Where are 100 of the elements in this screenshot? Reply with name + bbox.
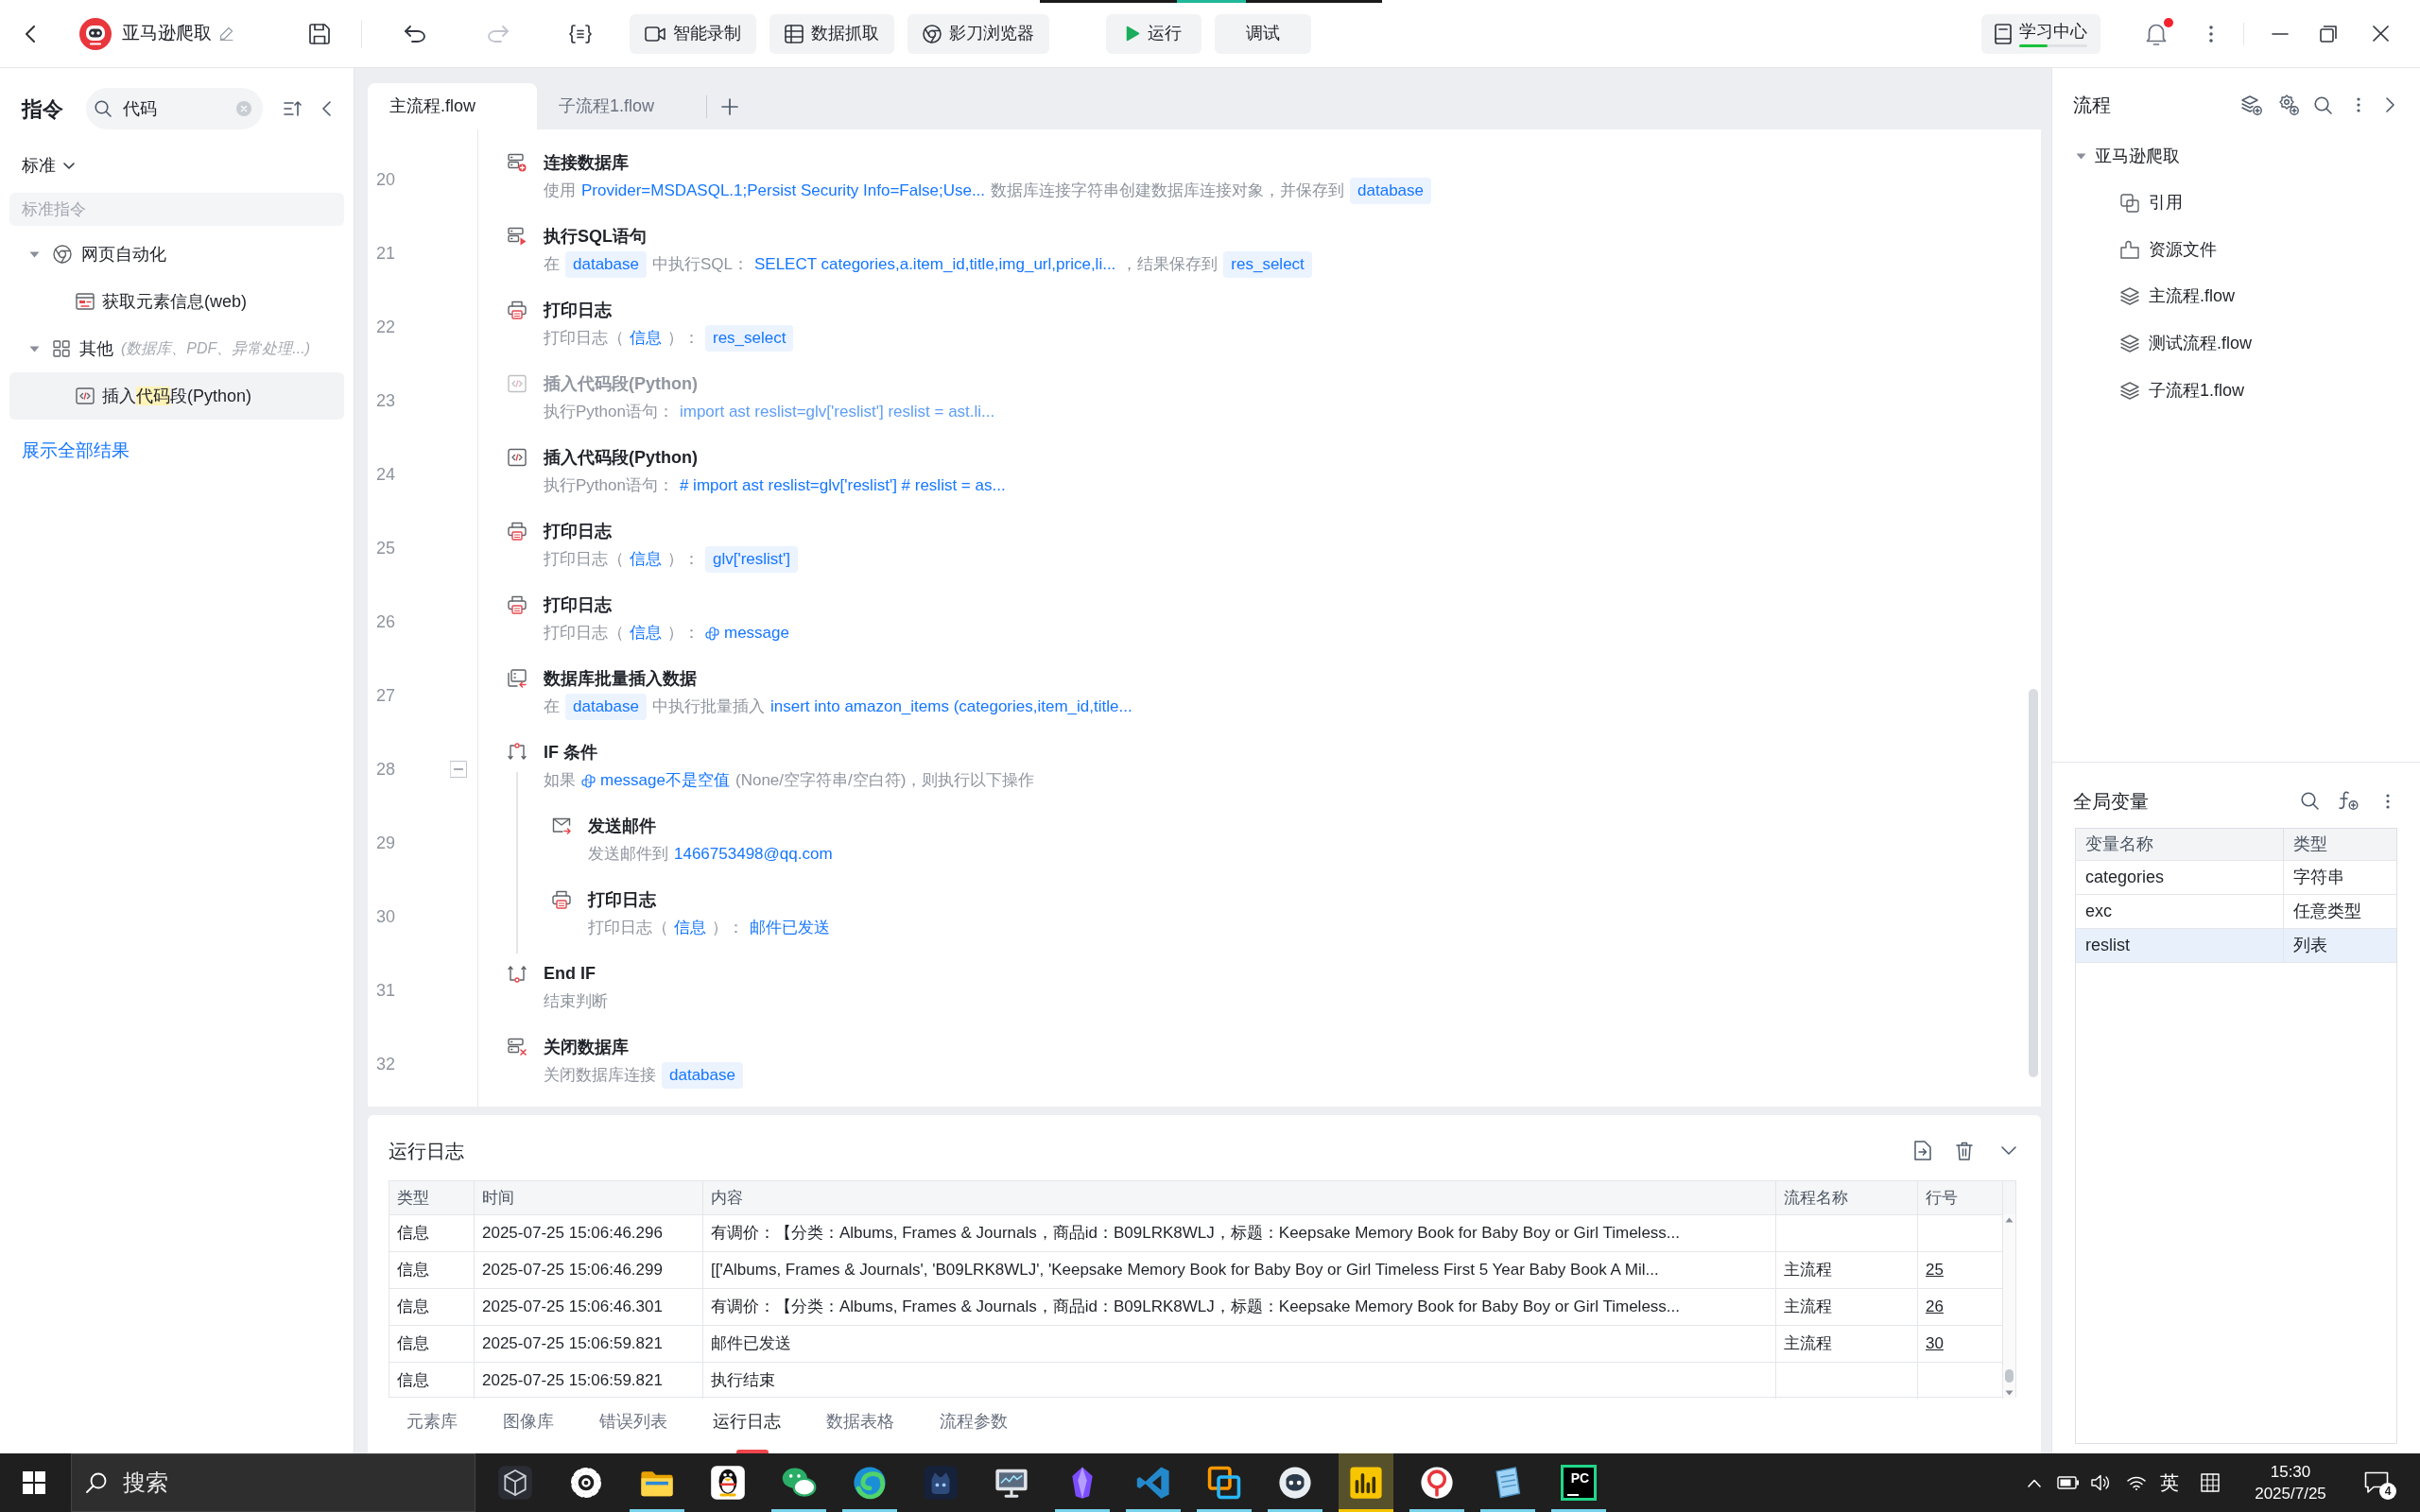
code-icon xyxy=(508,448,527,467)
tab[interactable]: 主流程.flow xyxy=(368,83,537,129)
table-cell-text: 信息 xyxy=(397,1297,429,1318)
save-icon[interactable] xyxy=(309,23,330,44)
sort-icon[interactable] xyxy=(284,101,302,116)
tab[interactable]: 元素库 xyxy=(406,1400,458,1453)
run-button[interactable]: 运行 xyxy=(1106,13,1201,54)
caret-down-icon[interactable] xyxy=(29,250,40,258)
tree-item[interactable]: 获取元素信息(web) xyxy=(9,278,344,325)
line-number: 24 xyxy=(376,463,396,486)
tab[interactable]: 子流程1.flow xyxy=(537,83,706,129)
taskbar-search-field[interactable]: 搜索 xyxy=(71,1453,475,1512)
tab[interactable]: 运行日志 xyxy=(713,1400,781,1453)
undo-icon[interactable] xyxy=(405,25,425,43)
line-link[interactable]: 26 xyxy=(1926,1295,1944,1319)
more-icon[interactable] xyxy=(2386,793,2390,809)
search-icon[interactable] xyxy=(2301,792,2319,810)
step-title: 数据库批量插入数据 xyxy=(544,668,698,690)
layers-plus-icon[interactable] xyxy=(2241,94,2262,115)
step-text: 在 xyxy=(544,696,560,718)
pencil-icon[interactable] xyxy=(219,26,233,41)
chevron-up-icon[interactable] xyxy=(2028,1478,2041,1487)
tab[interactable]: 数据表格 xyxy=(826,1400,894,1453)
toolbar-button[interactable]: 影刀浏览器 xyxy=(908,13,1049,54)
panel-title: 流程 xyxy=(2073,94,2111,117)
step-title: 执行SQL语句 xyxy=(544,226,648,248)
tree-item[interactable]: 插入代码段(Python) xyxy=(9,372,344,420)
close-icon[interactable] xyxy=(2373,26,2389,42)
column-header: 行号 xyxy=(1918,1181,2003,1214)
line-number: 29 xyxy=(376,832,396,854)
variables-icon[interactable] xyxy=(569,24,592,43)
search-icon[interactable] xyxy=(2314,95,2332,114)
taskbar-button[interactable] xyxy=(1338,1453,1393,1512)
line-link[interactable]: 25 xyxy=(1926,1258,1944,1282)
speaker-icon[interactable] xyxy=(2091,1474,2110,1491)
tree-item[interactable]: 其他 (数据库、PDF、异常处理...) xyxy=(9,325,344,372)
variable-row[interactable]: reslist 列表 xyxy=(2076,928,2396,962)
wifi-icon[interactable] xyxy=(2127,1475,2146,1490)
tree-item[interactable]: 子流程1.flow xyxy=(2052,367,2420,414)
bell-icon[interactable] xyxy=(2145,22,2168,45)
scrollbar-thumb[interactable] xyxy=(2029,689,2038,1077)
caret-up-icon[interactable] xyxy=(2005,1217,2014,1223)
line-number: 26 xyxy=(376,610,396,633)
param-value: 邮件已发送 xyxy=(750,918,830,939)
chevron-down-icon[interactable] xyxy=(2001,1146,2016,1155)
param-value: # import ast reslist=glv['reslist'] # reslist = as... xyxy=(679,475,1006,497)
trash-icon[interactable] xyxy=(1956,1141,1973,1160)
toolbar-button[interactable]: 智能录制 xyxy=(630,13,756,54)
tree-item[interactable]: 资源文件 xyxy=(2052,226,2420,274)
file-export-icon[interactable] xyxy=(1914,1141,1931,1160)
toolbar-button[interactable]: 数据抓取 xyxy=(769,13,894,54)
tab[interactable]: 错误列表 xyxy=(599,1400,667,1453)
tab[interactable]: 图像库 xyxy=(503,1400,554,1453)
taskbar-button[interactable]: PC xyxy=(1550,1453,1606,1512)
more-icon[interactable] xyxy=(2209,25,2213,43)
line-link[interactable]: 30 xyxy=(1926,1332,1944,1356)
minimize-icon[interactable] xyxy=(2272,32,2289,35)
table-cell-text: exc xyxy=(2085,901,2112,922)
tree-item[interactable]: 亚马逊爬取 xyxy=(2052,132,2420,180)
table-icon xyxy=(785,24,804,43)
puzzle-piece-icon xyxy=(2120,240,2139,260)
restore-icon[interactable] xyxy=(2320,25,2337,43)
category-dropdown[interactable]: 标准 xyxy=(22,146,75,184)
cog-plus-icon[interactable] xyxy=(2278,94,2299,115)
input-method-indicator[interactable]: 英 xyxy=(2160,1469,2179,1497)
table-cell-text: 信息 xyxy=(397,1333,429,1355)
layers-icon xyxy=(2120,335,2139,353)
step-title: End IF xyxy=(544,963,596,985)
chevron-left-icon[interactable] xyxy=(26,25,35,43)
debug-button[interactable]: 调试 xyxy=(1215,13,1311,54)
grid-square-icon[interactable] xyxy=(2201,1473,2220,1492)
caret-down-icon[interactable] xyxy=(29,345,40,352)
line-number: 22 xyxy=(376,316,396,338)
caret-down-icon[interactable] xyxy=(2005,1390,2014,1396)
chevron-left-icon[interactable] xyxy=(322,101,331,116)
more-icon[interactable] xyxy=(2357,97,2360,112)
tab[interactable]: 流程参数 xyxy=(940,1400,1008,1453)
function-plus-icon[interactable] xyxy=(2338,791,2359,811)
tree-item[interactable]: 引用 xyxy=(2052,180,2420,227)
tree-item[interactable]: 测试流程.flow xyxy=(2052,319,2420,368)
scrollbar-thumb[interactable] xyxy=(2005,1369,2014,1383)
plus-icon[interactable] xyxy=(721,97,738,115)
tree-item[interactable]: 网页自动化 xyxy=(9,231,344,278)
table-cell-text: 有调价：【分类：Albums, Frames & Journals，商品id：B09LRK8WLJ，标题：Keepsake Memory Book for Baby Boy or Girl Timeless... xyxy=(711,1297,1680,1318)
caret-down-icon[interactable] xyxy=(2076,152,2086,160)
search-field[interactable]: 代码 xyxy=(86,88,263,129)
learning-center-button[interactable]: 学习中心 xyxy=(1981,13,2100,54)
aperture-icon xyxy=(923,24,942,43)
interlock-icon xyxy=(581,773,596,788)
tree-item[interactable]: 主流程.flow xyxy=(2052,273,2420,320)
step-text: 执行Python语句： xyxy=(544,475,674,497)
battery-icon[interactable] xyxy=(2057,1476,2080,1489)
step-text: 中执行批量插入 xyxy=(651,696,765,718)
step-title: 关闭数据库 xyxy=(544,1037,630,1058)
variable-row[interactable]: categories 字符串 xyxy=(2076,860,2396,894)
chevron-right-icon[interactable] xyxy=(2386,97,2394,112)
table-cell-text: 2025-07-25 15:06:46.299 xyxy=(482,1260,663,1281)
line-number: 28 xyxy=(376,758,396,781)
show-all-link[interactable]: 展示全部结果 xyxy=(22,427,130,474)
table-cell-text: 字符串 xyxy=(2293,867,2344,888)
